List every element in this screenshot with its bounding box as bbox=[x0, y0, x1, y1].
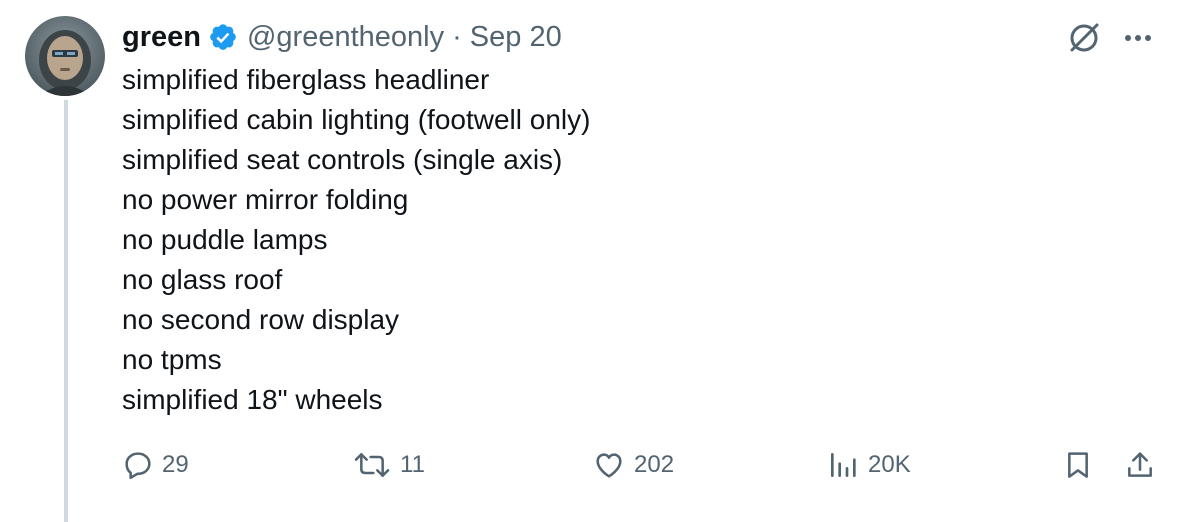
bookmark-icon bbox=[1062, 449, 1094, 481]
repost-count: 11 bbox=[400, 451, 425, 478]
views-count: 20K bbox=[868, 451, 911, 478]
avatar-image bbox=[25, 16, 105, 96]
tweet-text-line: no second row display bbox=[122, 304, 400, 335]
like-button[interactable]: 202 bbox=[592, 440, 674, 490]
tweet-text-line: no glass roof bbox=[122, 264, 283, 295]
views-button[interactable]: 20K bbox=[826, 440, 911, 490]
views-icon bbox=[826, 449, 860, 481]
repost-icon bbox=[352, 449, 392, 481]
author-handle[interactable]: @greentheonly bbox=[247, 21, 444, 54]
more-options-icon[interactable] bbox=[1118, 24, 1158, 52]
header-separator: · bbox=[452, 20, 462, 53]
tweet-text-line: simplified fiberglass headliner bbox=[122, 64, 490, 95]
tweet-text-line: no power mirror folding bbox=[122, 184, 409, 215]
share-icon bbox=[1124, 449, 1156, 481]
reply-count: 29 bbox=[162, 451, 189, 478]
reply-button[interactable]: 29 bbox=[122, 440, 189, 490]
tweet-text-line: no tpms bbox=[122, 344, 222, 375]
tweet-header: green @greentheonly · Sep 20 bbox=[122, 16, 562, 58]
tweet-text: simplified fiberglass headliner simplifi… bbox=[122, 60, 590, 420]
reply-icon bbox=[122, 449, 154, 481]
verified-badge-icon bbox=[208, 22, 238, 52]
heart-icon bbox=[592, 449, 626, 481]
tweet-text-line: no puddle lamps bbox=[122, 224, 328, 255]
tweet-text-line: simplified 18" wheels bbox=[122, 384, 383, 415]
tweet-action-bar: 29 11 202 20K bbox=[0, 440, 1186, 490]
like-count: 202 bbox=[634, 451, 675, 478]
tweet-text-line: simplified seat controls (single axis) bbox=[122, 144, 563, 175]
share-button[interactable] bbox=[1124, 440, 1156, 490]
bookmark-button[interactable] bbox=[1062, 440, 1094, 490]
display-name[interactable]: green bbox=[122, 21, 201, 54]
repost-button[interactable]: 11 bbox=[352, 440, 425, 490]
tweet-date[interactable]: Sep 20 bbox=[470, 21, 562, 54]
grok-icon[interactable] bbox=[1066, 20, 1102, 56]
tweet-text-line: simplified cabin lighting (footwell only… bbox=[122, 104, 591, 135]
avatar[interactable] bbox=[25, 16, 105, 96]
